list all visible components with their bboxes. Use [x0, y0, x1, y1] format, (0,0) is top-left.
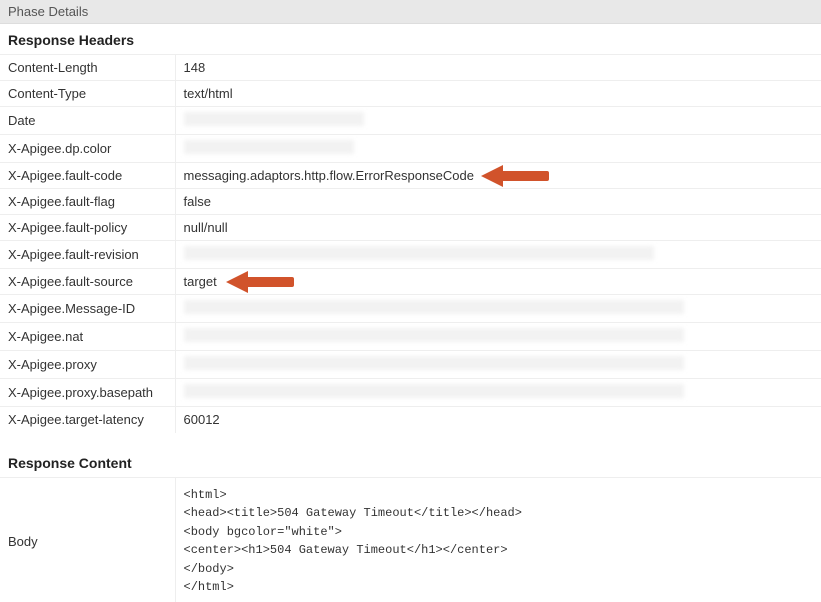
- header-row: X-Apigee.fault-source target: [0, 269, 821, 295]
- redacted-value: [184, 112, 364, 126]
- body-value-cell: <html> <head><title>504 Gateway Timeout<…: [175, 477, 821, 602]
- header-key: X-Apigee.dp.color: [0, 135, 175, 163]
- header-row: X-Apigee.fault-flag false: [0, 189, 821, 215]
- redacted-value: [184, 140, 354, 154]
- header-row: Content-Type text/html: [0, 81, 821, 107]
- response-headers-title: Response Headers: [0, 24, 821, 54]
- header-value-text: 148: [184, 60, 206, 75]
- header-row: X-Apigee.nat: [0, 323, 821, 351]
- callout-arrow-icon: [226, 269, 296, 295]
- header-value: 60012: [175, 407, 821, 433]
- header-value: [175, 107, 821, 135]
- header-value: null/null: [175, 215, 821, 241]
- header-key: X-Apigee.fault-revision: [0, 241, 175, 269]
- header-value: messaging.adaptors.http.flow.ErrorRespon…: [175, 163, 821, 189]
- header-value-text: false: [184, 194, 211, 209]
- header-row: Date: [0, 107, 821, 135]
- header-value: target: [175, 269, 821, 295]
- header-row: X-Apigee.proxy: [0, 351, 821, 379]
- header-key: Content-Length: [0, 55, 175, 81]
- response-content-table: Body <html> <head><title>504 Gateway Tim…: [0, 477, 821, 602]
- header-value: [175, 241, 821, 269]
- header-row: Content-Length 148: [0, 55, 821, 81]
- header-key: X-Apigee.proxy: [0, 351, 175, 379]
- header-row: X-Apigee.dp.color: [0, 135, 821, 163]
- redacted-value: [184, 328, 684, 342]
- header-key: X-Apigee.fault-code: [0, 163, 175, 189]
- header-value: 148: [175, 55, 821, 81]
- header-row: X-Apigee.fault-policy null/null: [0, 215, 821, 241]
- header-row: X-Apigee.fault-revision: [0, 241, 821, 269]
- redacted-value: [184, 384, 684, 398]
- header-value: [175, 135, 821, 163]
- body-row: Body <html> <head><title>504 Gateway Tim…: [0, 477, 821, 602]
- header-value: [175, 379, 821, 407]
- header-value: false: [175, 189, 821, 215]
- header-value-text: 60012: [184, 412, 220, 427]
- header-value-text: messaging.adaptors.http.flow.ErrorRespon…: [184, 168, 475, 183]
- phase-details-title: Phase Details: [8, 4, 88, 19]
- header-value: [175, 351, 821, 379]
- callout-arrow-icon: [481, 163, 551, 189]
- header-row: X-Apigee.target-latency 60012: [0, 407, 821, 433]
- header-value-text: null/null: [184, 220, 228, 235]
- header-row: X-Apigee.Message-ID: [0, 295, 821, 323]
- body-content: <html> <head><title>504 Gateway Timeout<…: [184, 486, 814, 598]
- redacted-value: [184, 300, 684, 314]
- header-value-text: text/html: [184, 86, 233, 101]
- header-key: X-Apigee.fault-policy: [0, 215, 175, 241]
- header-key: X-Apigee.fault-flag: [0, 189, 175, 215]
- phase-details-header: Phase Details: [0, 0, 821, 24]
- body-label: Body: [0, 477, 175, 602]
- response-headers-table: Content-Length 148 Content-Type text/html Da…: [0, 54, 821, 433]
- header-key: X-Apigee.fault-source: [0, 269, 175, 295]
- header-key: X-Apigee.nat: [0, 323, 175, 351]
- header-key: Content-Type: [0, 81, 175, 107]
- header-value: [175, 295, 821, 323]
- response-content-title: Response Content: [0, 447, 821, 477]
- header-key: Date: [0, 107, 175, 135]
- header-value: text/html: [175, 81, 821, 107]
- header-value-text: target: [184, 274, 217, 289]
- header-row: X-Apigee.fault-code messaging.adaptors.ht…: [0, 163, 821, 189]
- redacted-value: [184, 246, 654, 260]
- header-value: [175, 323, 821, 351]
- header-row: X-Apigee.proxy.basepath: [0, 379, 821, 407]
- header-key: X-Apigee.Message-ID: [0, 295, 175, 323]
- header-key: X-Apigee.proxy.basepath: [0, 379, 175, 407]
- header-key: X-Apigee.target-latency: [0, 407, 175, 433]
- redacted-value: [184, 356, 684, 370]
